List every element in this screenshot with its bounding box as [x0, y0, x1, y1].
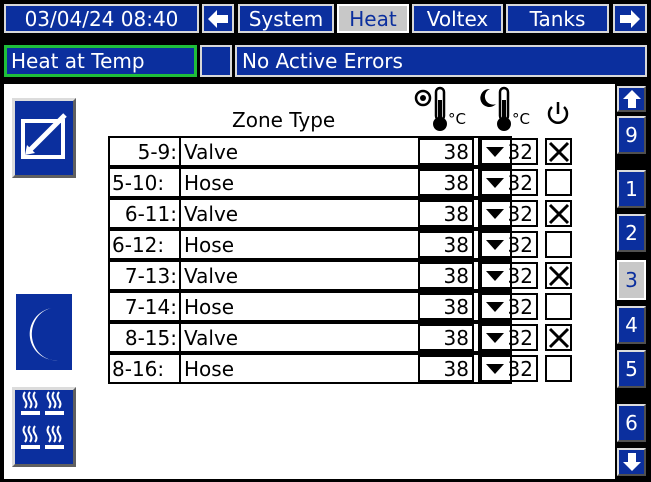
- zone-type-value: Hose: [184, 232, 234, 257]
- setpoint-field[interactable]: 38: [418, 169, 474, 196]
- setback-field[interactable]: 32: [480, 293, 538, 320]
- setback-field[interactable]: 32: [480, 138, 538, 165]
- zone-enable-checkbox[interactable]: [545, 262, 572, 289]
- page-button-2[interactable]: 2: [617, 214, 646, 252]
- setback-field[interactable]: 32: [480, 355, 538, 382]
- setback-field[interactable]: 32: [480, 200, 538, 227]
- setpoint-field[interactable]: 38: [418, 324, 474, 351]
- zone-label: 8-16:: [108, 353, 179, 384]
- zone-label: 8-15:: [108, 322, 179, 353]
- arrow-up-icon: [622, 90, 641, 108]
- zone-type-value: Hose: [184, 356, 234, 381]
- arrow-right-icon: [620, 9, 640, 28]
- page-button-4[interactable]: 4: [617, 306, 646, 344]
- tab-heat[interactable]: Heat: [337, 4, 409, 33]
- datetime-display: 03/04/24 08:40: [4, 4, 199, 33]
- arrow-down-icon: [622, 453, 641, 471]
- system-state-text: Heat at Temp: [11, 49, 145, 73]
- scroll-up-button[interactable]: [617, 86, 646, 112]
- zone-enable-checkbox[interactable]: [545, 169, 572, 196]
- datetime-text: 03/04/24 08:40: [24, 6, 179, 31]
- status-indicator: [200, 45, 232, 77]
- setback-field[interactable]: 32: [480, 231, 538, 258]
- page-button-6[interactable]: 6: [617, 404, 646, 442]
- zone-enable-checkbox[interactable]: [545, 324, 572, 351]
- tab-tanks-label: Tanks: [529, 6, 586, 31]
- setpoint-thermometer-icon: [414, 86, 447, 131]
- zone-enable-checkbox[interactable]: [545, 231, 572, 258]
- setpoint-field[interactable]: 38: [418, 231, 474, 258]
- checked-x-icon: [548, 265, 569, 286]
- page-button-5[interactable]: 5: [617, 350, 646, 388]
- next-tab-button[interactable]: [613, 4, 647, 33]
- edit-button[interactable]: [12, 98, 76, 178]
- zone-type-value: Hose: [184, 294, 234, 319]
- setpoint-field[interactable]: 38: [418, 293, 474, 320]
- tab-system-label: System: [248, 6, 324, 31]
- zone-enable-checkbox[interactable]: [545, 200, 572, 227]
- heat-zones-panel: Zone Type °C °C 5-9: Valve 38 32 5-10: H…: [4, 84, 615, 479]
- heat-zones-button[interactable]: [12, 387, 76, 467]
- zone-type-value: Hose: [184, 170, 234, 195]
- zone-label: 7-13:: [108, 260, 179, 291]
- error-status: No Active Errors: [235, 45, 647, 77]
- setback-header: °C: [480, 86, 540, 132]
- power-icon: [547, 102, 569, 124]
- page-button-9[interactable]: 9: [617, 116, 646, 154]
- checked-x-icon: [548, 203, 569, 224]
- zone-enable-checkbox[interactable]: [545, 138, 572, 165]
- error-status-text: No Active Errors: [242, 49, 403, 73]
- page-button-1[interactable]: 1: [617, 170, 646, 208]
- heat-zones-icon: [21, 391, 64, 449]
- setback-thermometer-icon: [480, 86, 511, 131]
- system-state: Heat at Temp: [4, 45, 197, 77]
- setpoint-unit: °C: [448, 110, 466, 128]
- page-button-3[interactable]: 3: [617, 260, 646, 300]
- setpoint-field[interactable]: 38: [418, 262, 474, 289]
- zone-label: 6-11:: [108, 198, 179, 229]
- tab-voltex[interactable]: Voltex: [412, 4, 503, 33]
- checked-x-icon: [548, 141, 569, 162]
- zone-label: 5-9:: [108, 136, 179, 167]
- zone-type-header: Zone Type: [232, 108, 336, 132]
- tab-system[interactable]: System: [238, 4, 334, 33]
- zone-enable-checkbox[interactable]: [545, 293, 572, 320]
- arrow-left-icon: [208, 9, 228, 28]
- setback-field[interactable]: 32: [480, 324, 538, 351]
- tab-heat-label: Heat: [349, 6, 397, 31]
- setback-unit: °C: [512, 110, 530, 128]
- tab-voltex-label: Voltex: [426, 6, 489, 31]
- zone-type-value: Valve: [184, 263, 239, 288]
- setback-field[interactable]: 32: [480, 169, 538, 196]
- prev-tab-button[interactable]: [202, 4, 234, 33]
- setpoint-field[interactable]: 38: [418, 200, 474, 227]
- zone-label: 5-10:: [108, 167, 179, 198]
- power-header: [545, 100, 571, 128]
- setback-field[interactable]: 32: [480, 262, 538, 289]
- tab-tanks[interactable]: Tanks: [506, 4, 609, 33]
- zone-enable-checkbox[interactable]: [545, 355, 572, 382]
- zone-type-value: Valve: [184, 139, 239, 164]
- moon-setback-icon: [29, 308, 60, 361]
- setpoint-field[interactable]: 38: [418, 138, 474, 165]
- edit-icon: [21, 113, 67, 159]
- setpoint-header: °C: [414, 86, 476, 132]
- zone-type-value: Valve: [184, 325, 239, 350]
- checked-x-icon: [548, 327, 569, 348]
- setback-button[interactable]: [16, 294, 72, 370]
- scroll-down-button[interactable]: [617, 448, 646, 476]
- zone-type-value: Valve: [184, 201, 239, 226]
- setpoint-field[interactable]: 38: [418, 355, 474, 382]
- zone-label: 6-12:: [108, 229, 179, 260]
- zone-label: 7-14:: [108, 291, 179, 322]
